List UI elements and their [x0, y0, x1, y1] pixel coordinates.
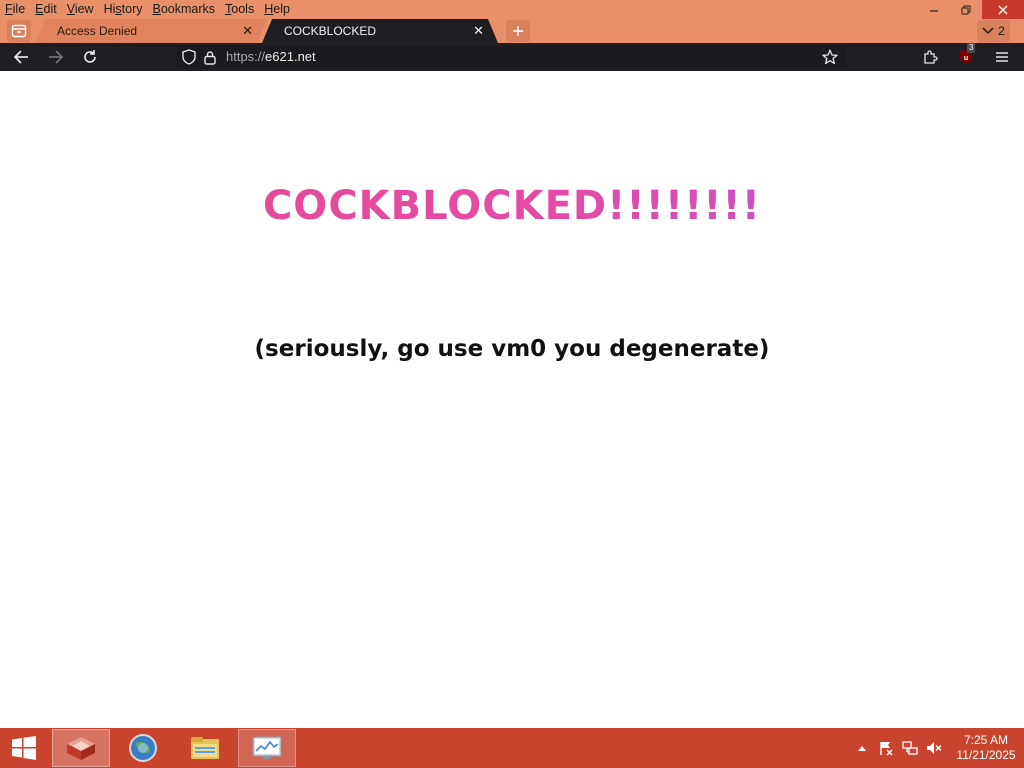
menu-file[interactable]: File: [5, 0, 25, 19]
windows-logo-icon: [12, 736, 36, 760]
volume-muted-icon[interactable]: [922, 728, 946, 768]
svg-text:u: u: [964, 55, 968, 62]
arrow-left-icon: [13, 50, 28, 64]
taskbar: 7:25 AM 11/21/2025: [0, 728, 1024, 768]
tab-count: 2: [998, 24, 1005, 38]
menu-history[interactable]: History: [104, 0, 143, 19]
tab-strip: Access Denied ✕ COCKBLOCKED ✕ 2: [0, 19, 1024, 43]
navigation-toolbar: https://e621.net u 3: [0, 43, 1024, 71]
puzzle-piece-icon: [924, 50, 938, 64]
reload-icon: [84, 50, 96, 63]
menu-help[interactable]: Help: [264, 0, 290, 19]
arrow-right-icon: [49, 50, 64, 64]
taskbar-app-file-explorer[interactable]: [176, 729, 234, 767]
restore-button[interactable]: [950, 0, 982, 19]
start-button[interactable]: [0, 729, 48, 767]
minimize-icon: [930, 9, 938, 12]
tab-label: COCKBLOCKED: [284, 24, 377, 38]
menu-edit[interactable]: Edit: [35, 0, 57, 19]
forward-button[interactable]: [44, 46, 68, 68]
tab-close-button[interactable]: ✕: [242, 19, 253, 43]
reload-button[interactable]: [78, 46, 102, 68]
star-icon: [822, 49, 838, 65]
chevron-down-icon: [982, 27, 994, 35]
action-center-flag-icon[interactable]: [874, 728, 898, 768]
tab-overview-button[interactable]: [7, 20, 31, 42]
ublock-extension-button[interactable]: u 3: [954, 43, 978, 68]
new-tab-button[interactable]: [506, 20, 530, 42]
page-headline: COCKBLOCKED!!!!!!!!: [0, 151, 1024, 261]
shield-icon[interactable]: [181, 49, 197, 65]
red-cube-app-icon: [67, 737, 95, 760]
menu-bar: File Edit View History Bookmarks Tools H…: [0, 0, 300, 19]
tab-access-denied[interactable]: Access Denied ✕: [35, 19, 267, 43]
performance-monitor-icon: [252, 736, 282, 759]
system-tray: 7:25 AM 11/21/2025: [850, 728, 1024, 768]
hamburger-menu-icon: [996, 52, 1008, 62]
taskbar-app-globe-browser[interactable]: [114, 729, 172, 767]
address-bar[interactable]: https://e621.net: [176, 46, 846, 68]
network-icon[interactable]: [898, 728, 922, 768]
tab-label: Access Denied: [57, 24, 138, 38]
clock-date: 11/21/2025: [956, 748, 1016, 762]
globe-app-icon: [129, 734, 157, 762]
menu-view[interactable]: View: [67, 0, 94, 19]
url-text: https://e621.net: [226, 49, 316, 64]
plus-icon: [513, 26, 523, 36]
title-bar: File Edit View History Bookmarks Tools H…: [0, 0, 1024, 19]
close-icon: [998, 5, 1008, 14]
back-button[interactable]: [9, 46, 33, 68]
tab-overview-icon: [11, 24, 27, 38]
restore-icon: [961, 5, 971, 14]
chevron-up-icon: [858, 746, 866, 751]
menu-bookmarks[interactable]: Bookmarks: [153, 0, 216, 19]
lock-icon[interactable]: [202, 49, 218, 65]
page-subtitle: (seriously, go use vm0 you degenerate): [254, 336, 770, 362]
page-content: COCKBLOCKED!!!!!!!! (seriously, go use v…: [0, 71, 1024, 728]
minimize-button[interactable]: [918, 0, 950, 19]
extensions-button[interactable]: [918, 46, 942, 68]
app-menu-button[interactable]: [990, 46, 1014, 68]
bookmark-star-button[interactable]: [822, 49, 838, 65]
close-window-button[interactable]: [982, 0, 1024, 19]
taskbar-clock[interactable]: 7:25 AM 11/21/2025: [948, 733, 1024, 763]
list-all-tabs-button[interactable]: 2: [977, 20, 1010, 42]
taskbar-app-monitor[interactable]: [238, 729, 296, 767]
menu-tools[interactable]: Tools: [225, 0, 254, 19]
window-controls: [918, 0, 1024, 19]
taskbar-app-red-browser[interactable]: [52, 729, 110, 767]
show-hidden-icons-button[interactable]: [850, 728, 874, 768]
tab-cockblocked[interactable]: COCKBLOCKED ✕: [262, 19, 498, 43]
tab-close-button[interactable]: ✕: [473, 19, 484, 43]
folder-icon: [191, 737, 219, 759]
clock-time: 7:25 AM: [963, 733, 1009, 747]
extension-badge: 3: [967, 43, 976, 53]
